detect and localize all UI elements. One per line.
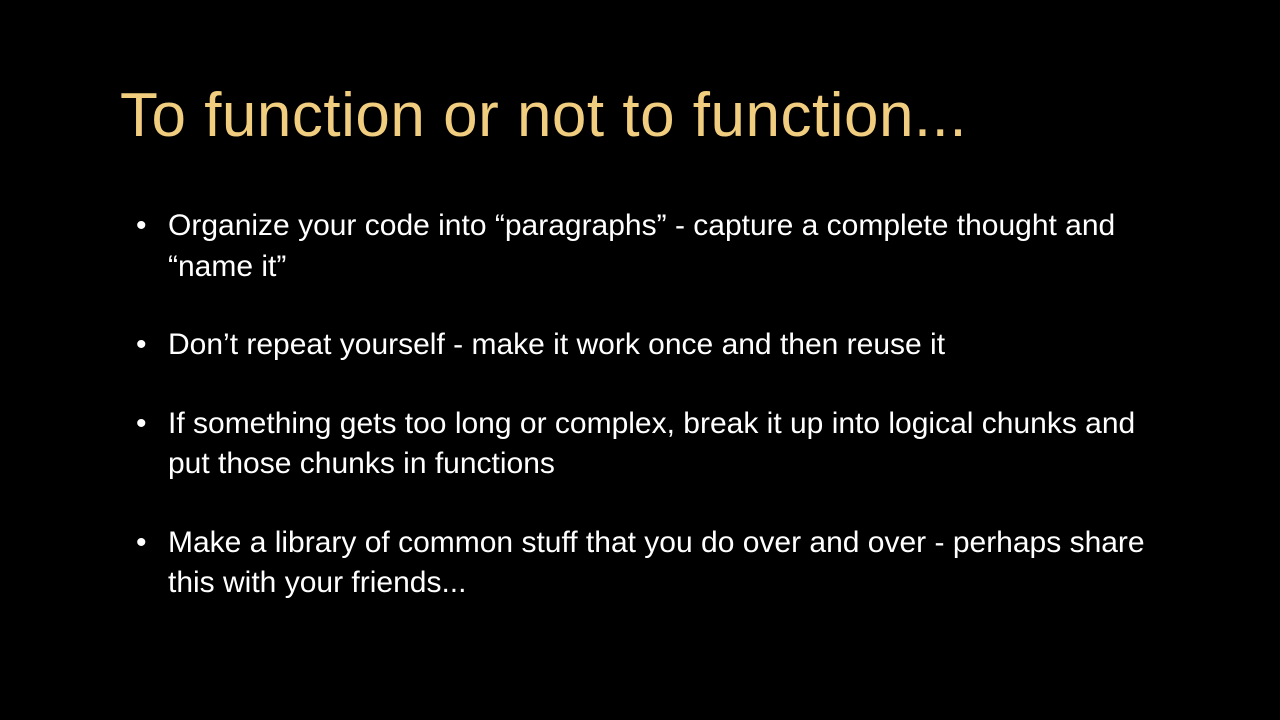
list-item: If something gets too long or complex, b… bbox=[136, 404, 1160, 485]
list-item: Organize your code into “paragraphs” - c… bbox=[136, 206, 1160, 287]
slide-container: To function or not to function... Organi… bbox=[0, 0, 1280, 720]
bullet-list: Organize your code into “paragraphs” - c… bbox=[120, 206, 1160, 604]
slide-title: To function or not to function... bbox=[120, 80, 1160, 151]
list-item: Don’t repeat yourself - make it work onc… bbox=[136, 325, 1160, 366]
list-item: Make a library of common stuff that you … bbox=[136, 523, 1160, 604]
